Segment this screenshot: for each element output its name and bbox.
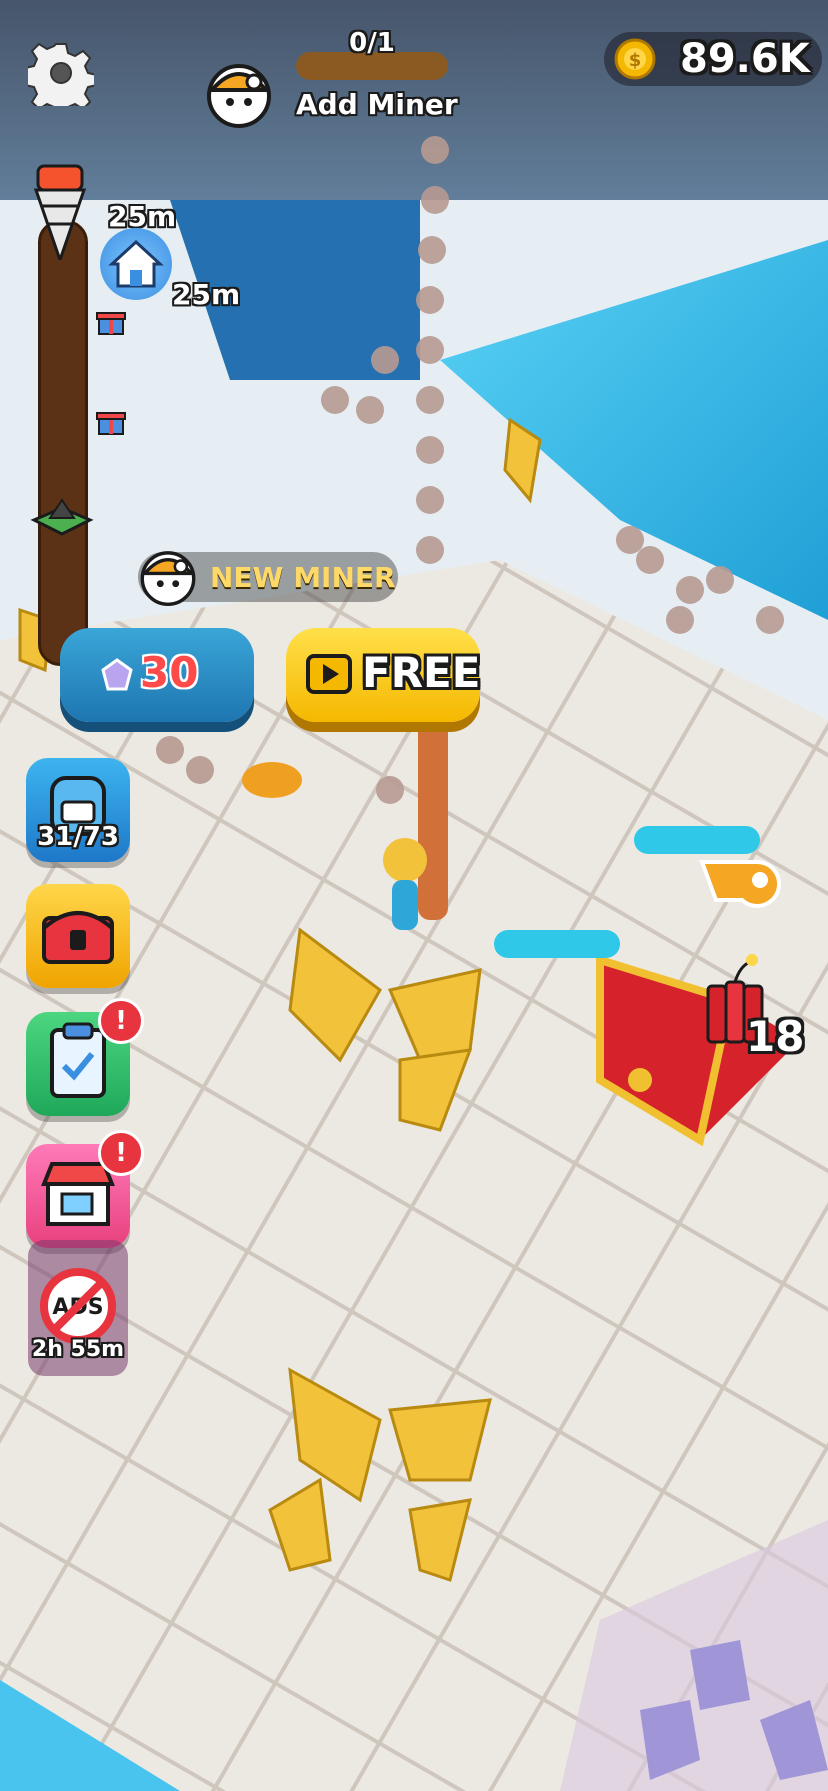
hire-with-gems-button[interactable]: 30 (60, 628, 254, 722)
depth-track (38, 220, 88, 666)
backpack-count: 31/73 (37, 822, 119, 852)
coin-icon: $ (614, 38, 656, 80)
dynamite-count: 18 (746, 1012, 805, 1061)
shop-alert-icon: ! (98, 1130, 144, 1176)
shop-button[interactable]: ! (26, 1130, 144, 1248)
new-miner-label: NEW MINER (210, 561, 396, 594)
free-label: FREE (362, 648, 481, 697)
coin-value: 89.6K (680, 36, 810, 82)
gift-icon[interactable] (96, 406, 126, 436)
drill-icon (33, 164, 87, 260)
video-play-icon (306, 654, 352, 694)
new-miner-tag: NEW MINER (138, 551, 398, 606)
add-miner-button[interactable]: 0/1 Add Miner (200, 28, 460, 128)
chest-progress-bar (494, 930, 620, 958)
gem-icon (101, 658, 133, 691)
add-miner-label: Add Miner (296, 88, 458, 121)
hire-free-button[interactable]: FREE (286, 628, 480, 722)
gear-icon (24, 42, 98, 117)
svg-text:$: $ (629, 50, 642, 71)
home-depth-label: 25m (172, 278, 241, 311)
coin-counter: $ 89.6K (604, 32, 822, 86)
ore-base-icon (30, 498, 94, 536)
tasks-alert-icon: ! (98, 998, 144, 1044)
whistle-icon[interactable] (696, 840, 786, 910)
chest-icon (42, 911, 114, 964)
miner-avatar-icon (207, 64, 271, 128)
backpack-button[interactable]: 31/73 (26, 758, 130, 862)
miner-avatar-icon (140, 551, 196, 606)
depth-gauge (30, 160, 90, 666)
tasks-button[interactable]: ! (26, 998, 144, 1116)
gem-cost: 30 (140, 648, 199, 697)
house-icon (108, 239, 164, 288)
settings-button[interactable] (24, 40, 98, 117)
no-ads-button[interactable]: ADS 2h 55m (28, 1240, 128, 1376)
home-button[interactable] (100, 228, 172, 300)
no-ads-timer: 2h 55m (31, 1337, 125, 1362)
add-miner-progress-text: 0/1 (349, 28, 395, 58)
gift-icon[interactable] (96, 306, 126, 336)
treasury-button[interactable] (26, 884, 130, 988)
